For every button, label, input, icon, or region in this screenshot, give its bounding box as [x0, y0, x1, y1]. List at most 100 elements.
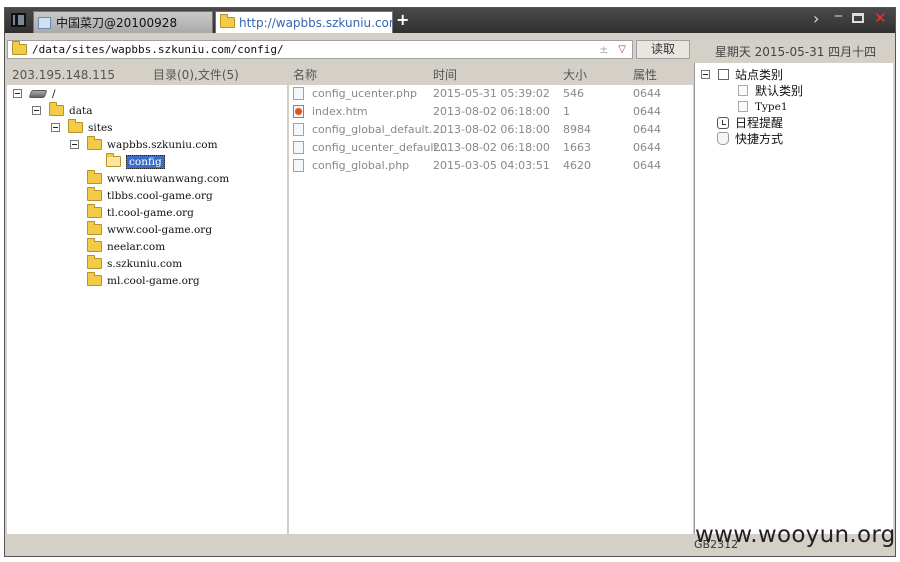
column-size[interactable]: 大小: [563, 65, 587, 85]
read-button[interactable]: 读取: [636, 40, 690, 59]
type1-label: Type1: [755, 100, 788, 113]
column-time[interactable]: 时间: [433, 65, 457, 85]
file-row[interactable]: config_global.php 2015-03-05 04:03:51 46…: [289, 157, 693, 175]
tab-caidao[interactable]: 中国菜刀@20100928: [33, 11, 213, 33]
file-attr: 0644: [633, 105, 661, 118]
file-time: 2015-05-31 05:39:02: [433, 87, 550, 100]
collapse-icon[interactable]: [51, 123, 60, 132]
php-file-icon: [293, 87, 304, 100]
hand-icon: [717, 132, 729, 145]
tree-node-selected[interactable]: config: [106, 153, 165, 170]
tree-node[interactable]: www.niuwanwang.com: [87, 170, 229, 187]
tree-node[interactable]: ml.cool-game.org: [87, 272, 200, 289]
file-attr: 0644: [633, 87, 661, 100]
file-name: config_ucenter_default...: [312, 141, 449, 154]
tree-label: www.cool-game.org: [107, 223, 213, 236]
address-bar: ± ▽: [7, 40, 633, 59]
folder-icon: [49, 102, 64, 116]
shortcuts-node[interactable]: 快捷方式: [717, 130, 783, 147]
tab-label: http://wapbbs.szkuniu.com/c...: [239, 15, 392, 30]
folder-icon: [12, 41, 27, 55]
folder-icon: [87, 136, 102, 150]
site-category-node[interactable]: 站点类别: [701, 66, 783, 83]
tab-bar: 中国菜刀@20100928 http://wapbbs.szkuniu.com/…: [5, 8, 895, 33]
tree-label: ml.cool-game.org: [107, 274, 200, 287]
folder-icon: [68, 119, 83, 133]
file-time: 2013-08-02 06:18:00: [433, 141, 550, 154]
php-file-icon: [293, 159, 304, 172]
collapse-icon[interactable]: [13, 89, 22, 98]
site-category-label: 站点类别: [735, 68, 784, 82]
tree-label: tlbbs.cool-game.org: [107, 189, 213, 202]
tree-node[interactable]: neelar.com: [87, 238, 165, 255]
minimize-button[interactable]: ‒: [834, 8, 843, 24]
watermark: www.wooyun.org: [695, 522, 896, 548]
path-input[interactable]: [32, 43, 600, 56]
chevron-right-icon[interactable]: ›: [813, 9, 819, 28]
file-name: config_ucenter.php: [312, 87, 417, 100]
file-size: 8984: [563, 123, 591, 136]
collapse-icon[interactable]: [32, 106, 41, 115]
file-size: 1: [563, 105, 570, 118]
tree-node[interactable]: sites: [51, 119, 113, 136]
shortcuts-label: 快捷方式: [735, 132, 784, 146]
file-list: config_ucenter.php 2015-05-31 05:39:02 5…: [289, 85, 693, 534]
plus-minus-icon[interactable]: ±: [599, 43, 608, 56]
file-attr: 0644: [633, 141, 661, 154]
file-time: 2013-08-02 06:18:00: [433, 123, 550, 136]
schedule-label: 日程提醒: [735, 116, 784, 130]
file-row[interactable]: config_ucenter.php 2015-05-31 05:39:02 5…: [289, 85, 693, 103]
tree-node[interactable]: tl.cool-game.org: [87, 204, 194, 221]
file-name: index.htm: [312, 105, 368, 118]
site-panel: 站点类别 默认类别 Type1 日程提醒 快捷方式: [694, 63, 893, 534]
new-tab-button[interactable]: +: [396, 10, 409, 29]
file-size: 546: [563, 87, 584, 100]
file-row[interactable]: index.htm 2013-08-02 06:18:00 1 0644: [289, 103, 693, 121]
dropdown-icon[interactable]: ▽: [618, 44, 626, 55]
default-category-node[interactable]: 默认类别: [738, 82, 803, 99]
tree-node[interactable]: tlbbs.cool-game.org: [87, 187, 213, 204]
tree-label: wapbbs.szkuniu.com: [107, 138, 218, 151]
dir-summary: 目录(0),文件(5): [153, 68, 239, 82]
tab-site[interactable]: http://wapbbs.szkuniu.com/c...: [215, 11, 393, 33]
file-row[interactable]: config_ucenter_default... 2013-08-02 06:…: [289, 139, 693, 157]
app-menu-icon[interactable]: [11, 13, 26, 27]
tree-node[interactable]: s.szkuniu.com: [87, 255, 182, 272]
file-size: 4620: [563, 159, 591, 172]
file-size: 1663: [563, 141, 591, 154]
file-row[interactable]: config_global_default.... 2013-08-02 06:…: [289, 121, 693, 139]
folder-icon: [87, 221, 102, 235]
folder-open-icon: [106, 153, 121, 167]
collapse-icon[interactable]: [701, 70, 710, 79]
collapse-icon[interactable]: [70, 140, 79, 149]
schedule-node[interactable]: 日程提醒: [717, 114, 783, 131]
tab-label: 中国菜刀@20100928: [56, 16, 178, 30]
file-time: 2013-08-02 06:18:00: [433, 105, 550, 118]
tree-label: tl.cool-game.org: [107, 206, 194, 219]
file-attr: 0644: [633, 159, 661, 172]
close-button[interactable]: ✕: [874, 9, 887, 27]
clock-icon: [717, 116, 729, 129]
tree-label: sites: [88, 121, 113, 134]
tree-label: neelar.com: [107, 240, 166, 253]
tree-node[interactable]: /: [13, 85, 56, 102]
maximize-button[interactable]: [852, 13, 864, 23]
file-attr: 0644: [633, 123, 661, 136]
tree-node[interactable]: wapbbs.szkuniu.com: [70, 136, 218, 153]
window-icon: [38, 16, 51, 29]
date-display: 星期天 2015-05-31 四月十四: [714, 45, 877, 59]
directory-tree: / data sites wapbbs.szkuniu.com config w…: [7, 85, 288, 534]
column-name[interactable]: 名称: [293, 65, 317, 85]
tree-label: /: [52, 87, 56, 100]
type1-node[interactable]: Type1: [738, 98, 788, 115]
tree-node[interactable]: www.cool-game.org: [87, 221, 212, 238]
file-name: config_global.php: [312, 159, 410, 172]
column-attr[interactable]: 属性: [633, 65, 657, 85]
tree-node[interactable]: data: [32, 102, 92, 119]
tree-label: config: [126, 154, 165, 169]
category-icon: [718, 69, 729, 80]
document-icon: [738, 85, 748, 96]
php-file-icon: [293, 123, 304, 136]
document-icon: [738, 101, 748, 112]
folder-icon: [220, 14, 235, 28]
